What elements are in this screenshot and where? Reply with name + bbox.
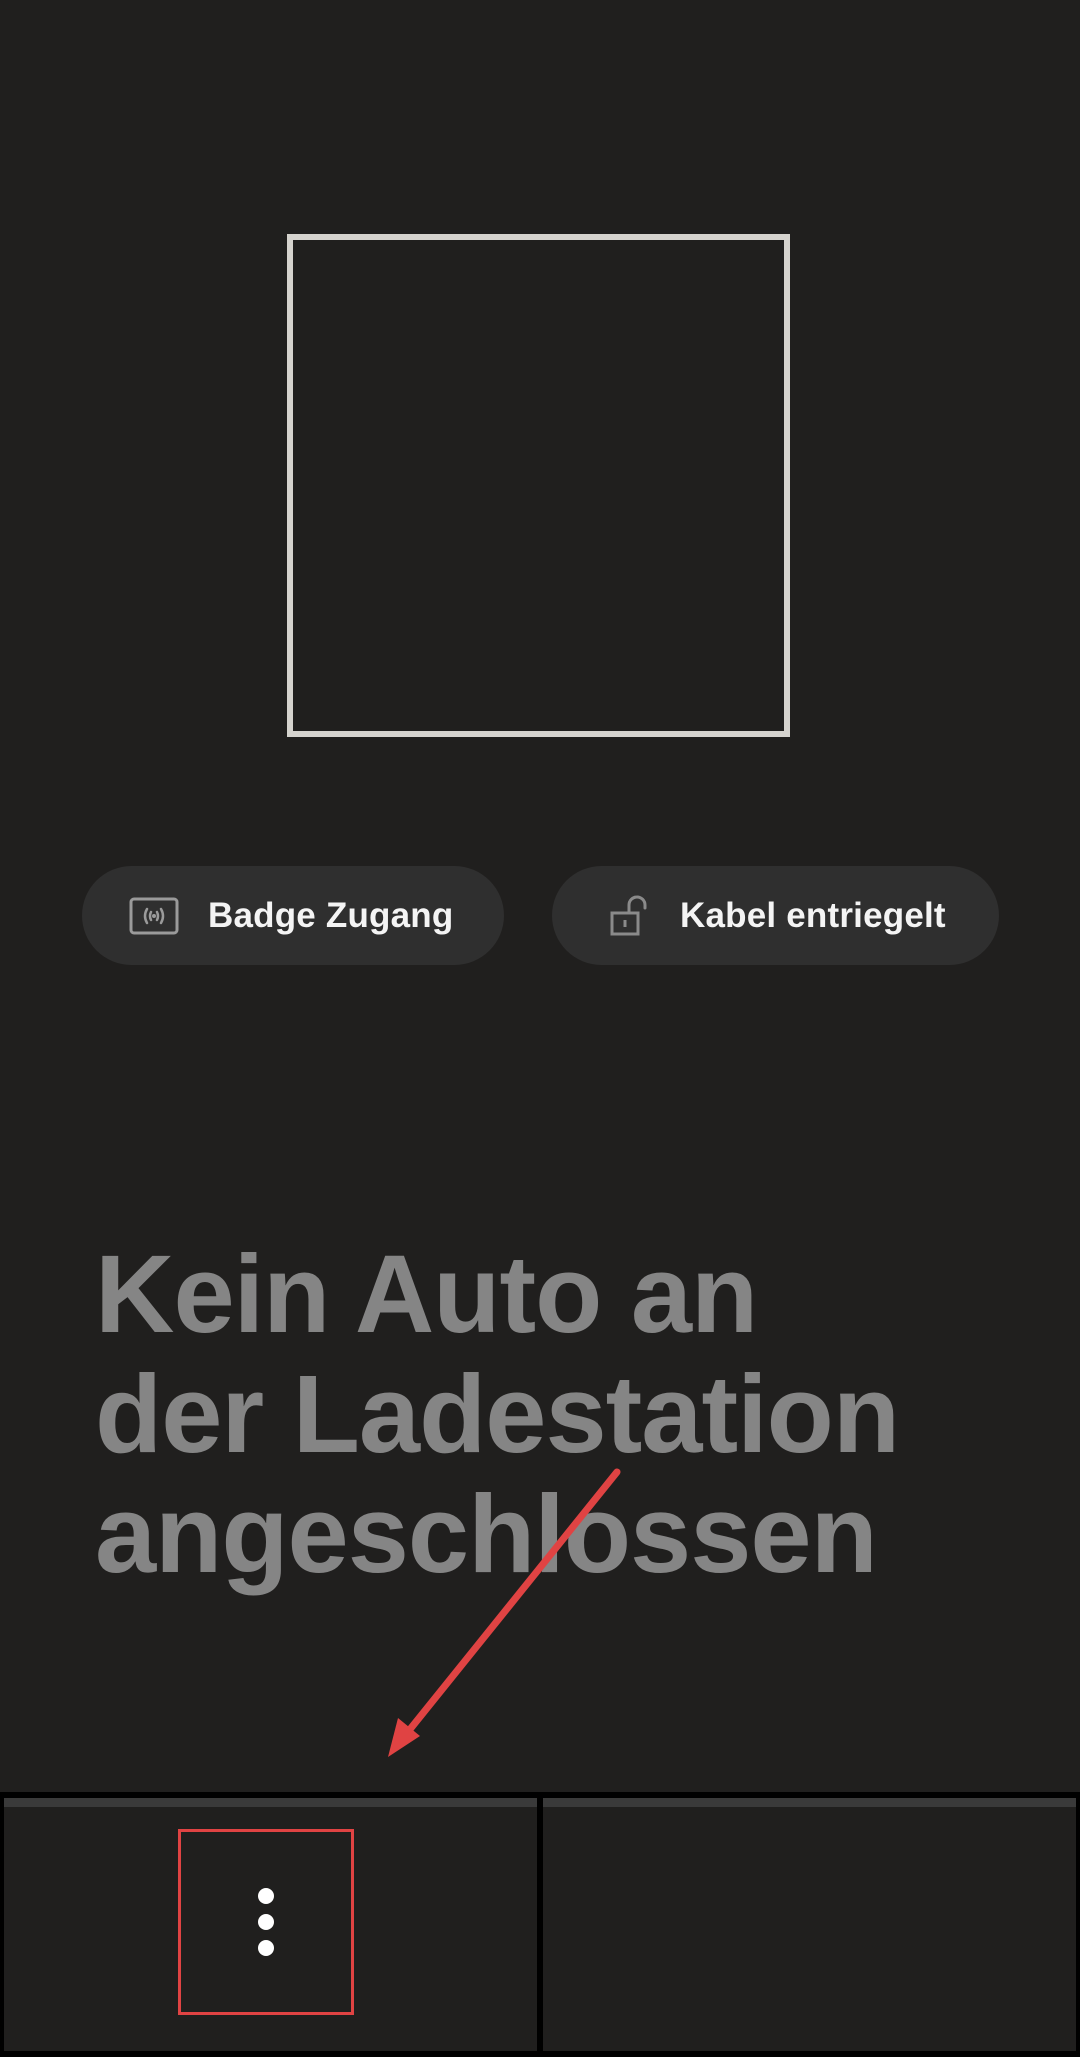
vertical-ellipsis-icon — [258, 1888, 274, 1904]
bottom-navigation-bar — [0, 1792, 1080, 2057]
badge-access-label: Badge Zugang — [208, 895, 454, 935]
rfid-badge-icon — [128, 896, 180, 936]
vertical-ellipsis-icon-dot-3 — [258, 1940, 274, 1956]
more-options-button[interactable] — [178, 1829, 354, 2015]
status-message: Kein Auto an der Ladestation angeschloss… — [95, 1235, 995, 1595]
cable-unlocked-label: Kabel entriegelt — [680, 895, 946, 935]
status-line-1: Kein Auto an — [95, 1233, 758, 1356]
badge-access-chip[interactable]: Badge Zugang — [82, 866, 504, 965]
status-line-2: der Ladestation — [95, 1353, 900, 1476]
bottom-tab-right[interactable] — [543, 1798, 1076, 2051]
cable-unlocked-chip[interactable]: Kabel entriegelt — [552, 866, 999, 965]
status-line-3: angeschlossen — [95, 1473, 878, 1596]
vertical-ellipsis-icon-dot-2 — [258, 1914, 274, 1930]
unlocked-padlock-icon — [608, 895, 648, 936]
charger-image-frame — [287, 234, 790, 737]
